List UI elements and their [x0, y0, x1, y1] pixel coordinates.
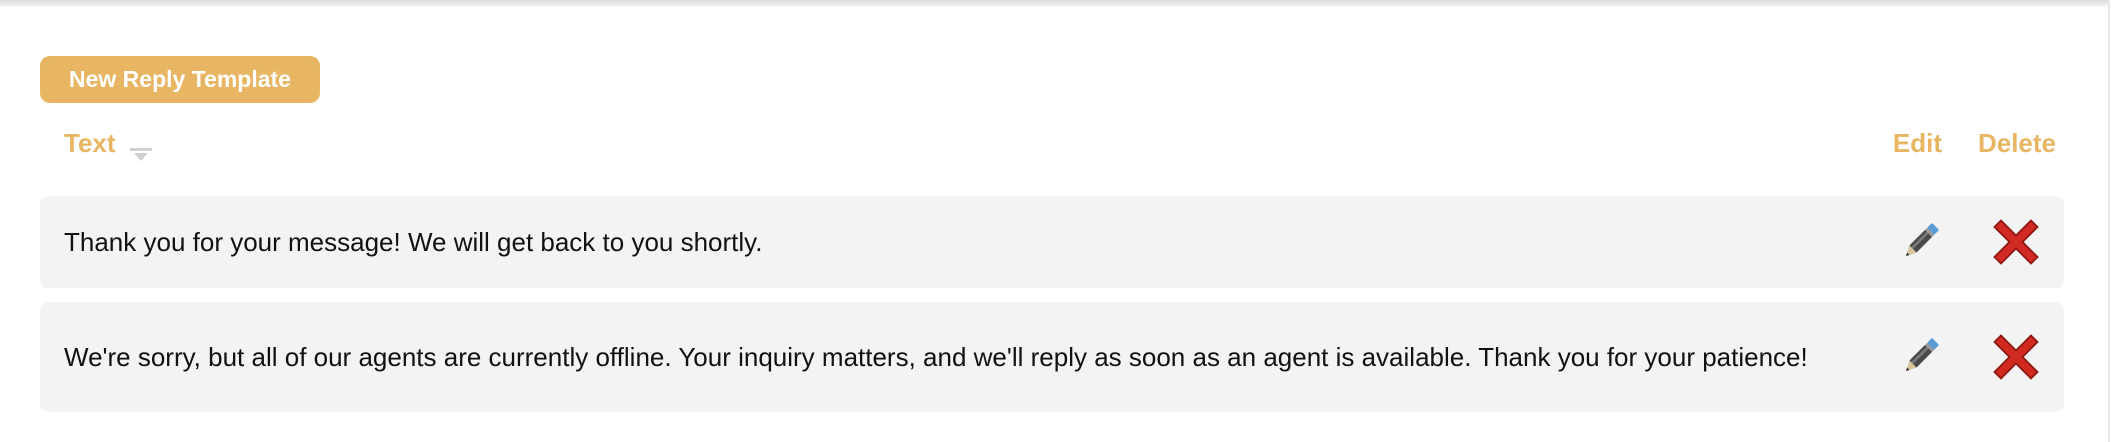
red-x-icon[interactable] — [1992, 218, 2040, 266]
template-text: Thank you for your message! We will get … — [64, 227, 763, 257]
top-shadow-divider — [0, 0, 2108, 7]
table-row: We're sorry, but all of our agents are c… — [40, 302, 2064, 412]
pencil-icon[interactable] — [1896, 333, 1944, 381]
sort-down-icon[interactable] — [129, 138, 152, 161]
column-header-text[interactable]: Text — [64, 128, 152, 161]
template-text: We're sorry, but all of our agents are c… — [64, 342, 1808, 372]
pencil-icon[interactable] — [1896, 218, 1944, 266]
red-x-icon[interactable] — [1992, 333, 2040, 381]
window-edge — [2108, 0, 2118, 442]
column-header-edit[interactable]: Edit — [1893, 128, 1942, 159]
table-row: Thank you for your message! We will get … — [40, 196, 2064, 288]
column-header-delete[interactable]: Delete — [1978, 128, 2056, 159]
new-reply-template-button[interactable]: New Reply Template — [40, 56, 320, 103]
column-header-text-label: Text — [64, 128, 116, 158]
templates-list: Thank you for your message! We will get … — [40, 196, 2064, 426]
table-header: Text Edit Delete — [64, 128, 2056, 162]
